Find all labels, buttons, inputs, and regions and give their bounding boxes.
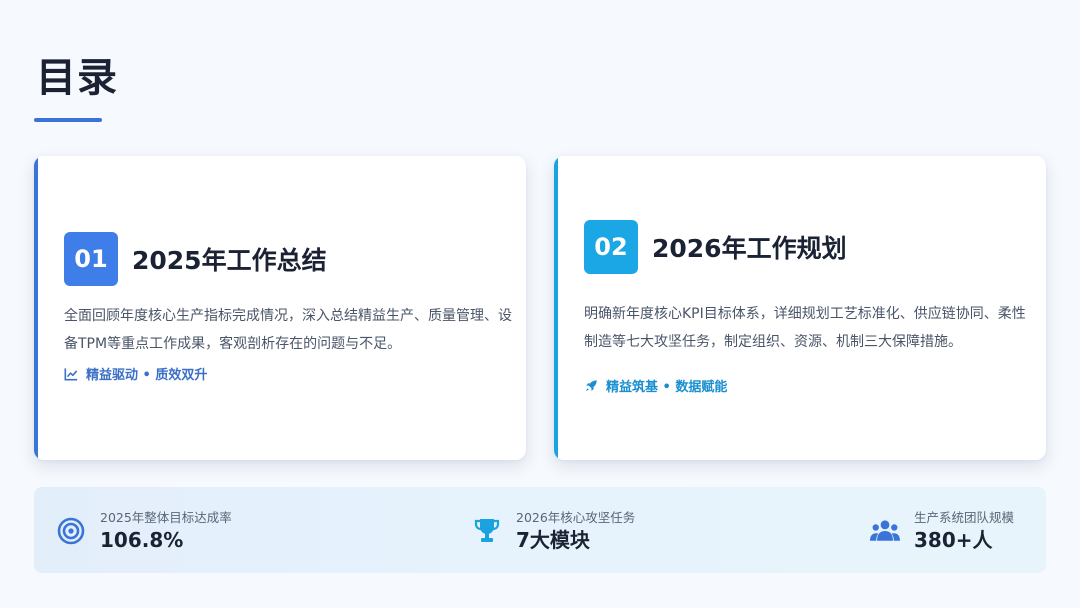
page-title: 目录 (36, 55, 118, 101)
section-description: 明确新年度核心KPI目标体系，详细规划工艺标准化、供应链协同、柔性制造等七大攻坚… (584, 306, 1026, 350)
stat-value: 106.8% (100, 528, 184, 552)
stat-core-tasks: 2026年核心攻坚任务 7大模块 (472, 509, 635, 553)
section-tag: 精益驱动 • 质效双升 (64, 364, 207, 383)
rocket-icon (585, 379, 597, 391)
title-underline (34, 118, 102, 122)
stat-value: 7大模块 (516, 528, 590, 552)
stat-target-rate: 2025年整体目标达成率 106.8% (56, 509, 232, 553)
section-tag: 精益筑基 • 数据赋能 (584, 376, 727, 395)
section-number-badge: 01 (64, 232, 118, 286)
card-header: 01 2025年工作总结 (64, 232, 327, 286)
section-tag-label: 精益筑基 • 数据赋能 (606, 380, 728, 395)
section-card-summary[interactable]: 01 2025年工作总结 全面回顾年度核心生产指标完成情况，深入总结精益生产、质… (34, 156, 526, 460)
section-description: 全面回顾年度核心生产指标完成情况，深入总结精益生产、质量管理、设备TPM等重点工… (64, 308, 512, 352)
section-title: 2025年工作总结 (132, 246, 327, 275)
stats-bar: 2025年整体目标达成率 106.8% 2026年核心攻坚任务 7大模块 生产系… (34, 487, 1046, 573)
stat-label: 2026年核心攻坚任务 (516, 510, 636, 525)
chart-line-icon (64, 367, 78, 380)
section-tag-label: 精益驱动 • 质效双升 (86, 368, 208, 383)
section-title: 2026年工作规划 (652, 234, 847, 263)
section-card-plan[interactable]: 02 2026年工作规划 明确新年度核心KPI目标体系，详细规划工艺标准化、供应… (554, 156, 1046, 460)
stat-value: 380+人 (914, 528, 993, 552)
stat-label: 2025年整体目标达成率 (100, 510, 232, 525)
card-header: 02 2026年工作规划 (584, 220, 847, 274)
section-number-badge: 02 (584, 220, 638, 274)
trophy-icon (472, 516, 502, 546)
stat-team-size: 生产系统团队规模 380+人 (870, 509, 1014, 553)
stat-label: 生产系统团队规模 (914, 510, 1015, 525)
target-icon (56, 516, 86, 546)
page: 目录 01 2025年工作总结 全面回顾年度核心生产指标完成情况，深入总结精益生… (0, 0, 1080, 608)
users-icon (870, 516, 900, 546)
